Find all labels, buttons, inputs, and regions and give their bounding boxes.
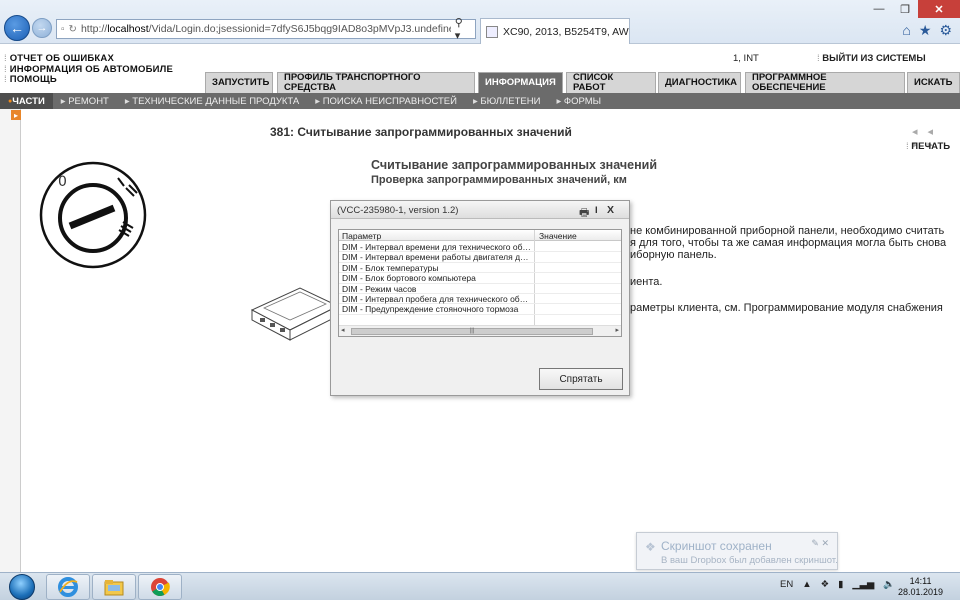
- tray-expand-icon[interactable]: ▲: [802, 579, 811, 590]
- table-row[interactable]: DIM - Предупреждение стояночного тормоза: [339, 304, 621, 315]
- back-arrow-icon[interactable]: ←: [4, 15, 30, 41]
- dialog-title: (VCC-235980-1, version 1.2): [337, 205, 459, 216]
- body-text-line: раметры клиента, см. Программирование мо…: [630, 302, 943, 314]
- explorer-taskbar-icon[interactable]: [92, 574, 136, 600]
- column-header-parameter[interactable]: Параметр: [342, 231, 381, 241]
- address-bar[interactable]: ▫ ↻ http://localhost/Vida/Login.do;jsess…: [56, 16, 476, 42]
- refresh-icon[interactable]: ↻: [69, 24, 77, 35]
- chrome-taskbar-icon[interactable]: [138, 574, 182, 600]
- column-header-value[interactable]: Значение: [539, 231, 577, 241]
- clock-time: 14:11: [909, 576, 932, 586]
- body-text-line: я для того, чтобы та же самая информация…: [630, 237, 947, 249]
- body-text-line: иента.: [630, 276, 663, 288]
- folder-icon: [104, 580, 124, 596]
- control-module-illustration: [250, 287, 340, 341]
- ignition-switch-illustration: 0: [39, 161, 147, 269]
- chrome-icon: [151, 578, 170, 597]
- table-row[interactable]: DIM - Интервал времени для технического …: [339, 242, 621, 253]
- maximize-icon[interactable]: ❐: [892, 0, 918, 18]
- main-tabs: ЗАПУСТИТЬ ПРОФИЛЬ ТРАНСПОРТНОГО СРЕДСТВА …: [0, 72, 960, 93]
- print-link[interactable]: ПЕЧАТЬ: [906, 141, 950, 152]
- browser-chrome: ← → ▫ ↻ http://localhost/Vida/Login.do;j…: [0, 0, 960, 44]
- clock[interactable]: 14:11 28.01.2019: [898, 576, 943, 598]
- battery-icon[interactable]: ▮: [838, 579, 843, 590]
- tab-search[interactable]: ИСКАТЬ: [907, 72, 960, 93]
- home-icon[interactable]: ⌂: [902, 22, 910, 39]
- window-controls: — ❐ ✕: [866, 0, 960, 18]
- minimize-icon[interactable]: —: [866, 0, 892, 18]
- clock-date: 28.01.2019: [898, 587, 944, 597]
- dialog-titlebar: (VCC-235980-1, version 1.2) 🖶 I X: [331, 201, 629, 219]
- table-row[interactable]: DIM - Интервал времени работы двигателя …: [339, 252, 621, 263]
- table-row[interactable]: DIM - Блок бортового компьютера: [339, 273, 621, 284]
- start-button[interactable]: [2, 573, 42, 600]
- page-icon: ▫: [61, 23, 65, 35]
- svg-text:0: 0: [58, 174, 67, 190]
- error-report-link[interactable]: ОТЧЕТ ОБ ОШИБКАХ: [4, 53, 114, 64]
- tab-work-list[interactable]: СПИСОК РАБОТ: [566, 72, 656, 93]
- ie-taskbar-icon[interactable]: [46, 574, 90, 600]
- table-row[interactable]: DIM - Режим часов: [339, 284, 621, 294]
- left-rail: [0, 109, 21, 572]
- windows-logo-icon: [9, 574, 35, 600]
- subnav-troubleshooting[interactable]: ПОИСКА НЕИСПРАВНОСТЕЙ: [307, 96, 465, 107]
- expand-panel-icon[interactable]: ▸: [11, 110, 21, 120]
- notification-close-icon[interactable]: ✎ ✕: [811, 538, 829, 549]
- table-header: Параметр Значение: [339, 230, 621, 241]
- subnav-tech-data[interactable]: ТЕХНИЧЕСКИЕ ДАННЫЕ ПРОДУКТА: [117, 96, 307, 107]
- tab-title: XC90, 2013, B5254T9, AW50...: [503, 25, 629, 38]
- taskbar: EN ▲ ❖ ▮ ▁▃▅ 🔈 14:11 28.01.2019: [0, 572, 960, 600]
- table-row[interactable]: DIM - Блок температуры: [339, 263, 621, 274]
- tab-information[interactable]: ИНФОРМАЦИЯ: [478, 72, 563, 93]
- url-text: http://localhost/Vida/Login.do;jsessioni…: [80, 23, 451, 35]
- values-dialog: (VCC-235980-1, version 1.2) 🖶 I X Параме…: [330, 200, 630, 396]
- body-text-line: иборную панель.: [630, 249, 717, 261]
- notification-body: В ваш Dropbox был добавлен скриншот.: [661, 555, 838, 566]
- browser-tab[interactable]: XC90, 2013, B5254T9, AW50... ✕: [480, 18, 630, 44]
- dialog-close-icon[interactable]: X: [607, 204, 614, 216]
- language-indicator[interactable]: EN: [780, 579, 793, 590]
- forward-arrow-icon[interactable]: →: [32, 18, 52, 38]
- network-signal-icon[interactable]: ▁▃▅: [852, 579, 874, 590]
- subnav-repair[interactable]: РЕМОНТ: [53, 96, 117, 107]
- table-row[interactable]: DIM - Интервал пробега для технического …: [339, 294, 621, 305]
- screenshot-saved-notification[interactable]: ❖ Скриншот сохранен В ваш Dropbox был до…: [636, 532, 838, 570]
- subnav-bulletins[interactable]: БЮЛЛЕТЕНИ: [465, 96, 548, 107]
- printer-icon[interactable]: 🖶: [579, 204, 589, 223]
- logout-link[interactable]: ВЫЙТИ ИЗ СИСТЕМЫ: [817, 53, 925, 64]
- scroll-left-icon[interactable]: ◂: [341, 326, 345, 334]
- tab-software[interactable]: ПРОГРАММНОЕ ОБЕСПЕЧЕНИЕ: [745, 72, 905, 93]
- hide-button[interactable]: Спрятать: [539, 368, 623, 390]
- tab-vehicle-profile[interactable]: ПРОФИЛЬ ТРАНСПОРТНОГО СРЕДСТВА: [277, 72, 475, 93]
- sub-navigation: ЧАСТИ РЕМОНТ ТЕХНИЧЕСКИЕ ДАННЫЕ ПРОДУКТА…: [0, 93, 960, 109]
- parameters-table: Параметр Значение DIM - Интервал времени…: [338, 229, 622, 337]
- close-window-icon[interactable]: ✕: [918, 0, 960, 18]
- section-subtitle: Проверка запрограммированных значений, к…: [371, 174, 627, 186]
- internet-explorer-icon: [58, 577, 78, 597]
- favorites-star-icon[interactable]: ★: [919, 22, 932, 39]
- subnav-parts[interactable]: ЧАСТИ: [0, 93, 53, 109]
- tab-launch[interactable]: ЗАПУСТИТЬ: [205, 72, 273, 93]
- dropbox-icon: ❖: [645, 540, 656, 554]
- horizontal-scrollbar[interactable]: ◂ ||| ▸: [339, 325, 621, 336]
- info-icon[interactable]: I: [595, 205, 598, 216]
- scroll-right-icon[interactable]: ▸: [615, 326, 619, 334]
- body-text-line: не комбинированной приборной панели, нео…: [630, 225, 945, 237]
- subnav-forms[interactable]: ФОРМЫ: [548, 96, 609, 107]
- favicon-icon: [486, 25, 498, 38]
- section-title: Считывание запрограммированных значений: [371, 158, 657, 172]
- notification-title: Скриншот сохранен: [661, 539, 772, 553]
- volume-icon[interactable]: 🔈: [883, 579, 895, 590]
- browser-toolbar-icons: ⌂ ★ ⚙: [902, 22, 952, 39]
- user-info: 1, INT: [733, 53, 759, 64]
- settings-gear-icon[interactable]: ⚙: [939, 22, 952, 39]
- scrollbar-thumb[interactable]: |||: [351, 328, 593, 335]
- document-title: 381: Считывание запрограммированных знач…: [270, 125, 572, 139]
- tab-diagnostics[interactable]: ДИАГНОСТИКА: [658, 72, 741, 93]
- dropbox-tray-icon[interactable]: ❖: [821, 579, 830, 590]
- search-icon[interactable]: ⚲ ▾: [455, 16, 471, 42]
- system-tray: EN ▲ ❖ ▮ ▁▃▅ 🔈: [780, 579, 895, 590]
